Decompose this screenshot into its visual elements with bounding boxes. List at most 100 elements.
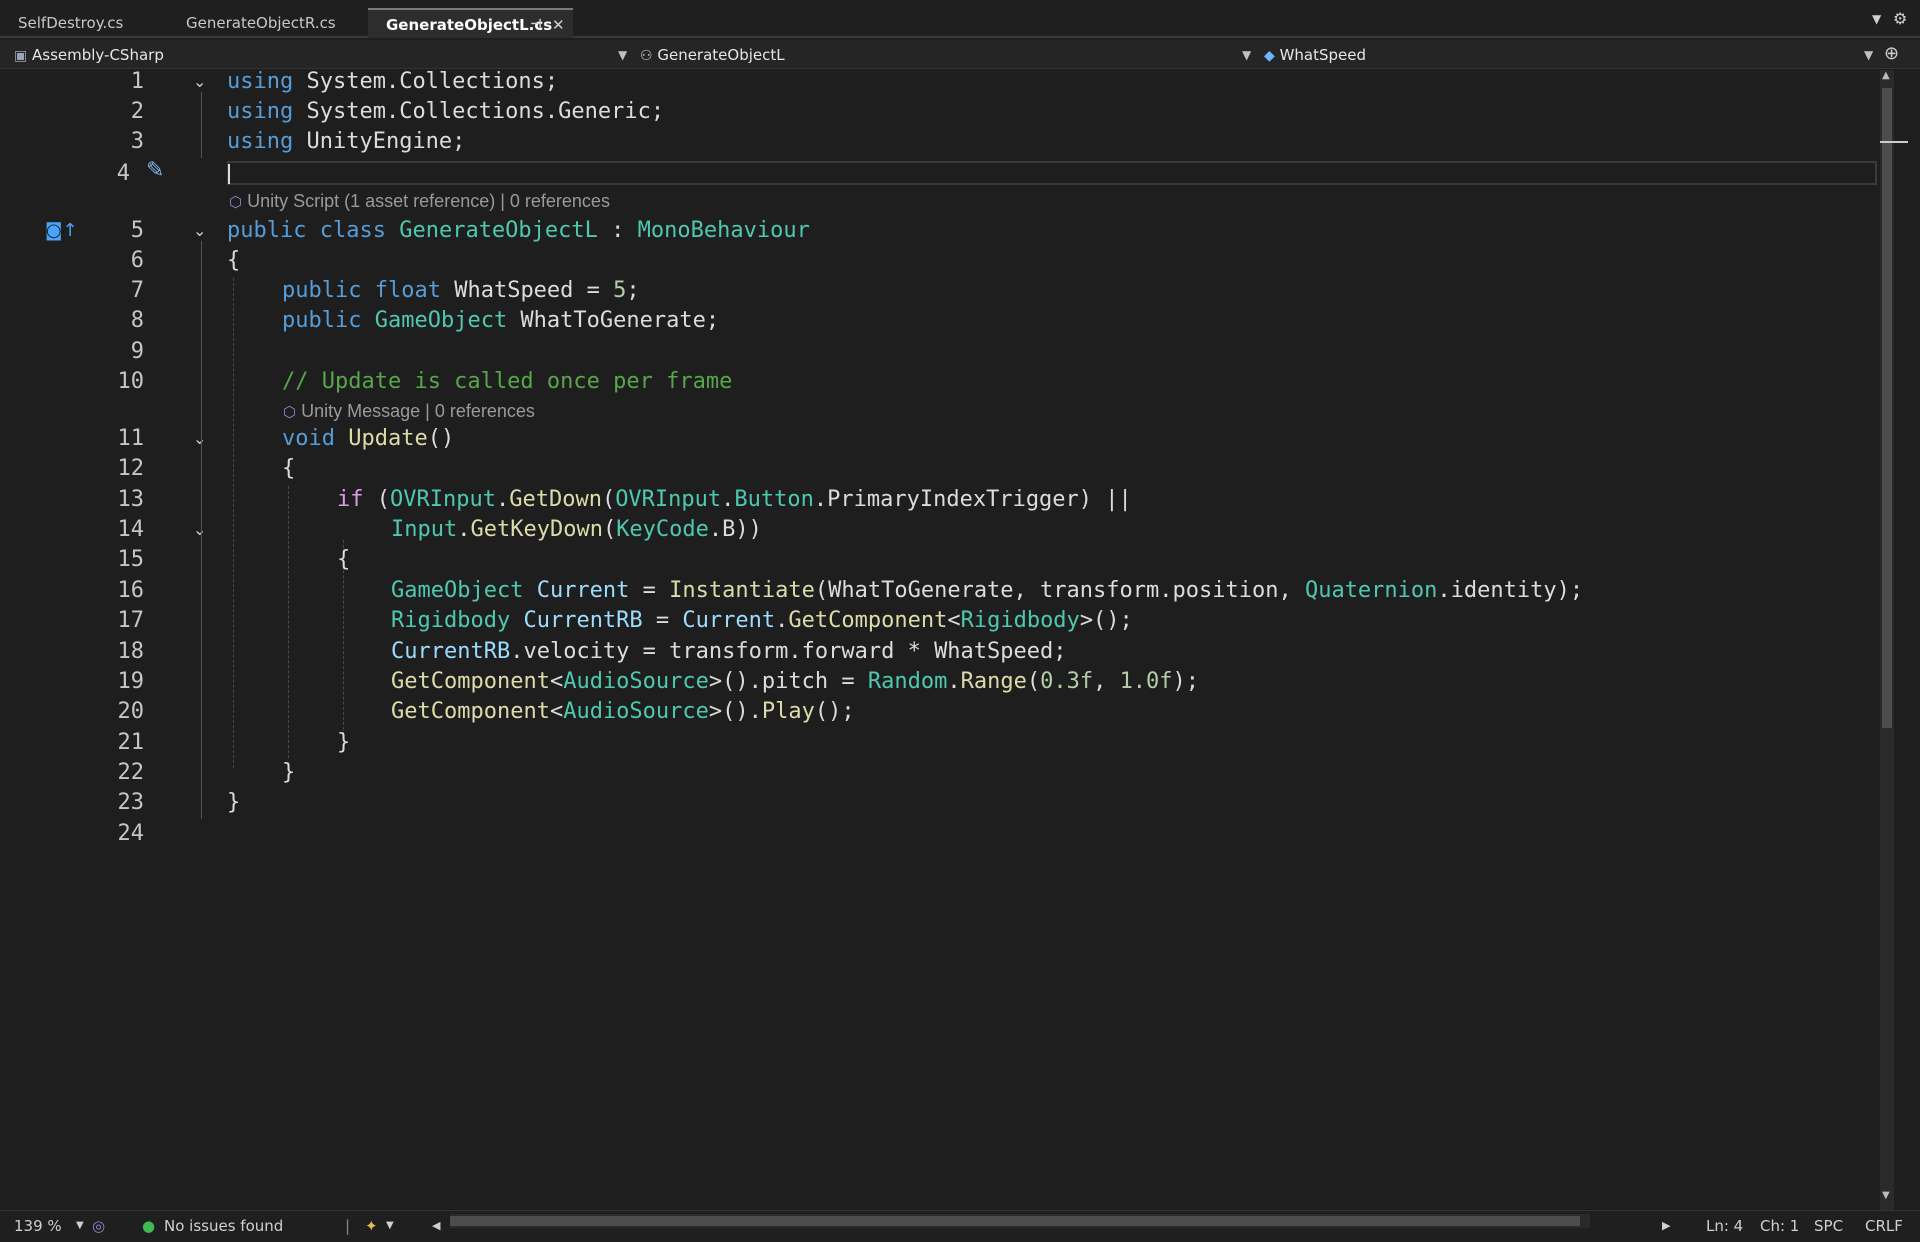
bookmark-icon[interactable]: ◙↑ <box>45 220 78 241</box>
chevron-down-icon[interactable]: ▼ <box>76 1216 84 1236</box>
project-icon: ▣ <box>14 48 28 64</box>
class-name: GenerateObjectL <box>399 218 598 243</box>
code-line-6[interactable]: { <box>227 247 240 275</box>
screwdriver-icon[interactable]: ✎ <box>146 158 164 183</box>
member-label: WhatSpeed <box>1279 46 1366 64</box>
code-text: WhatToGenerate; <box>507 308 720 333</box>
zoom-level[interactable]: 139 % <box>14 1216 62 1236</box>
member-dropdown[interactable]: ◆ WhatSpeed <box>1264 44 1864 66</box>
code-text: >(). <box>708 699 762 724</box>
navigation-bar: ▣ Assembly-CSharp ▼ ⚇ GenerateObjectL ▼ … <box>0 40 1920 69</box>
chevron-down-icon[interactable]: ▼ <box>1242 44 1251 66</box>
copilot-icon[interactable]: ◎ <box>92 1216 105 1236</box>
code-text: } <box>337 730 351 755</box>
line-number: 16 <box>117 578 145 603</box>
type-name: Rigidbody <box>391 608 511 633</box>
code-line-22[interactable]: } <box>282 759 295 787</box>
dropdown-icon[interactable]: ▼ <box>1872 12 1881 26</box>
method-name: GetComponent <box>788 608 948 633</box>
code-text: () <box>427 426 455 451</box>
type-name: AudioSource <box>563 699 709 724</box>
split-icon[interactable]: ⊕ <box>1884 43 1899 64</box>
code-line-1[interactable]: using System.Collections; <box>227 68 558 96</box>
code-line-20[interactable]: GetComponent<AudioSource>().Play(); <box>391 698 855 726</box>
scroll-up-icon[interactable]: ▲ <box>1882 70 1890 81</box>
code-line-2[interactable]: using System.Collections.Generic; <box>227 98 664 126</box>
code-line-12[interactable]: { <box>282 455 295 483</box>
whitespace-mode[interactable]: SPC <box>1814 1216 1843 1236</box>
code-line-18[interactable]: CurrentRB.velocity = transform.forward *… <box>391 638 1067 666</box>
line-indicator[interactable]: Ln: 4 <box>1706 1216 1743 1236</box>
code-line-16[interactable]: GameObject Current = Instantiate(WhatToG… <box>391 577 1583 605</box>
codelens-text[interactable]: Unity Script (1 asset reference) | 0 ref… <box>247 191 610 211</box>
code-text: = <box>642 608 683 633</box>
code-line-13[interactable]: if (OVRInput.GetDown(OVRInput.Button.Pri… <box>337 486 1132 514</box>
code-line-19[interactable]: GetComponent<AudioSource>().pitch = Rand… <box>391 668 1199 696</box>
code-line-10[interactable]: // Update is called once per frame <box>282 368 732 396</box>
project-label: Assembly-CSharp <box>32 46 164 64</box>
close-icon[interactable]: ✕ <box>552 10 565 40</box>
tab-generateobjectl[interactable]: GenerateObjectL.cs ⊣ ✕ <box>368 8 573 38</box>
line-number: 20 <box>117 699 145 724</box>
type-name: Button <box>734 487 814 512</box>
code-line-3[interactable]: using UnityEngine; <box>227 128 465 156</box>
code-text: < <box>549 669 564 694</box>
line-ending-mode[interactable]: CRLF <box>1865 1216 1903 1236</box>
issues-status[interactable]: No issues found <box>164 1216 283 1236</box>
codelens-text[interactable]: Unity Message | 0 references <box>301 401 535 421</box>
code-text: WhatSpeed = <box>440 278 614 303</box>
code-line-23[interactable]: } <box>227 789 240 817</box>
code-text: .identity); <box>1437 578 1584 603</box>
method-name: GetKeyDown <box>470 517 603 542</box>
code-text: System.Collections; <box>293 69 559 94</box>
fold-icon[interactable]: ⌄ <box>193 68 213 96</box>
line-number: 18 <box>117 639 145 664</box>
chevron-down-icon[interactable]: ▼ <box>1864 44 1873 66</box>
code-text: } <box>227 790 241 815</box>
tab-selfdestroy[interactable]: SelfDestroy.cs <box>0 8 168 38</box>
scroll-left-icon[interactable]: ◀ <box>432 1216 440 1236</box>
fold-icon[interactable]: ⌄ <box>193 516 213 544</box>
code-line-15[interactable]: { <box>337 546 350 574</box>
settings-icon[interactable]: ⚙ <box>1893 9 1907 28</box>
cleanup-icon[interactable]: ✦ <box>365 1216 378 1236</box>
codelens-method[interactable]: ⬡ Unity Message | 0 references <box>283 400 535 424</box>
pin-icon[interactable]: ⊣ <box>530 10 542 40</box>
line-number: 13 <box>117 487 145 512</box>
column-indicator[interactable]: Ch: 1 <box>1760 1216 1799 1236</box>
code-text: , <box>1093 669 1120 694</box>
code-line-5[interactable]: public class GenerateObjectL : MonoBehav… <box>227 217 810 245</box>
scroll-right-icon[interactable]: ▶ <box>1662 1216 1670 1236</box>
check-circle-icon: ● <box>142 1217 156 1235</box>
line-number: 5 <box>130 218 144 243</box>
indent-guide <box>288 486 289 758</box>
code-text: ); <box>1172 669 1200 694</box>
fold-icon[interactable]: ⌄ <box>193 217 213 245</box>
type-dropdown[interactable]: ⚇ GenerateObjectL <box>640 44 1250 66</box>
code-text: ( <box>601 487 616 512</box>
chevron-down-icon[interactable]: ▼ <box>386 1216 394 1236</box>
scroll-down-icon[interactable]: ▼ <box>1882 1190 1890 1201</box>
code-text: .velocity = transform.forward * WhatSpee… <box>510 639 1067 664</box>
project-dropdown[interactable]: ▣ Assembly-CSharp <box>14 44 629 66</box>
comment: // Update is called once per frame <box>282 369 733 394</box>
code-line-11[interactable]: void Update() <box>282 425 454 453</box>
code-line-8[interactable]: public GameObject WhatToGenerate; <box>282 307 719 335</box>
tab-generateobjectr[interactable]: GenerateObjectR.cs <box>168 8 368 38</box>
code-line-7[interactable]: public float WhatSpeed = 5; <box>282 277 640 305</box>
scrollbar-thumb[interactable] <box>1882 88 1892 728</box>
variable-name: CurrentRB <box>391 639 511 664</box>
type-name: GameObject <box>391 578 524 603</box>
unity-icon: ⬡ <box>283 404 297 421</box>
line-number: 3 <box>130 129 144 154</box>
keyword: public <box>282 308 362 333</box>
code-line-17[interactable]: Rigidbody CurrentRB = Current.GetCompone… <box>391 607 1133 635</box>
code-text: ; <box>626 278 640 303</box>
fold-icon[interactable]: ⌄ <box>193 425 213 453</box>
horizontal-scrollbar-thumb[interactable] <box>450 1216 1580 1226</box>
codelens-class[interactable]: ⬡ Unity Script (1 asset reference) | 0 r… <box>229 190 610 214</box>
code-line-21[interactable]: } <box>337 729 350 757</box>
code-line-14[interactable]: Input.GetKeyDown(KeyCode.B)) <box>391 516 762 544</box>
chevron-down-icon[interactable]: ▼ <box>618 44 627 66</box>
line-number: 1 <box>130 69 144 94</box>
